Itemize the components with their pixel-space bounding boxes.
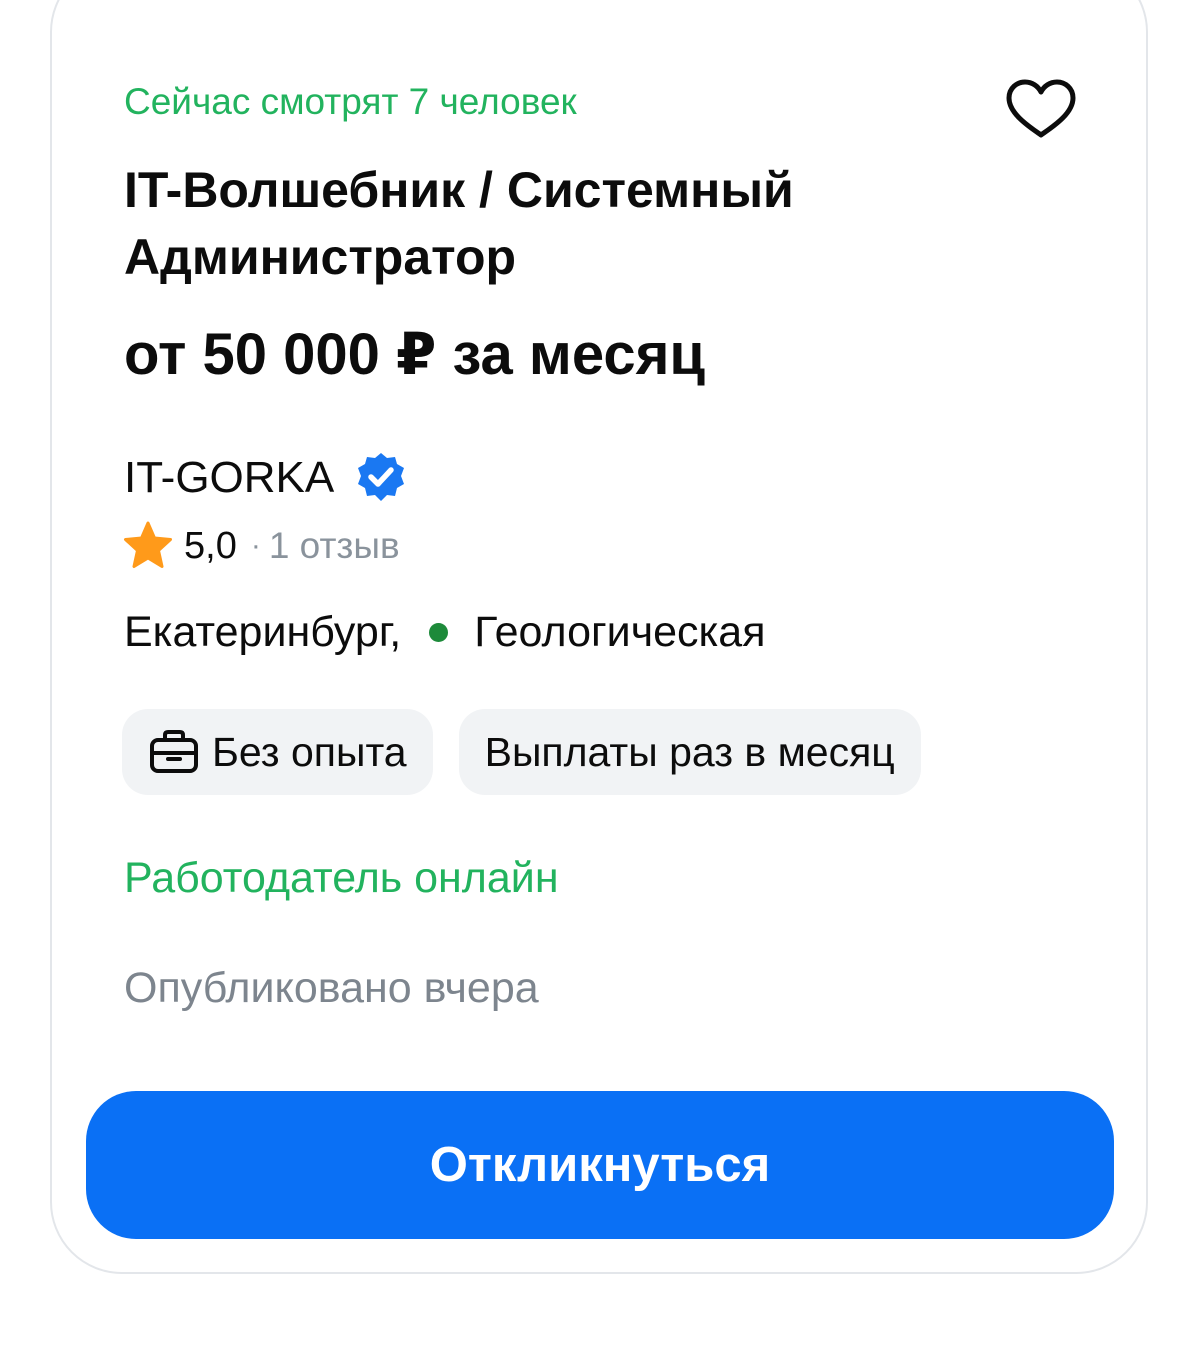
tag-payout-label: Выплаты раз в месяц — [484, 728, 895, 775]
tag-payout: Выплаты раз в месяц — [458, 709, 921, 795]
rating-row: 5,0 · 1 отзыв — [122, 520, 400, 572]
city: Екатеринбург, — [124, 607, 402, 656]
tags-list: Без опыта Выплаты раз в месяц — [122, 709, 921, 795]
briefcase-icon — [150, 730, 198, 773]
reviews-link[interactable]: 1 отзыв — [269, 525, 400, 567]
metro-dot-icon — [429, 622, 449, 642]
separator-dot: · — [250, 529, 261, 562]
rating-value: 5,0 — [184, 524, 237, 567]
tag-experience-label: Без опыта — [212, 728, 407, 775]
metro-station: Геологическая — [474, 607, 766, 656]
published-date: Опубликовано вчера — [124, 964, 539, 1012]
favorite-button[interactable] — [998, 74, 1084, 144]
salary: от 50 000 ₽ за месяц — [124, 322, 706, 387]
vacancy-title[interactable]: IT-Волшебник / Системный Администратор — [124, 157, 884, 291]
company-row: IT-GORKA — [124, 450, 408, 506]
tag-experience: Без опыта — [122, 709, 433, 795]
star-icon — [124, 521, 172, 568]
employer-online-status: Работодатель онлайн — [124, 854, 559, 902]
viewers-count: Сейчас смотрят 7 человек — [124, 81, 577, 122]
verified-badge-icon — [358, 453, 405, 501]
apply-button[interactable]: Откликнуться — [86, 1091, 1114, 1239]
location-row: Екатеринбург, Геологическая — [124, 604, 765, 660]
company-name[interactable]: IT-GORKA — [124, 452, 334, 504]
heart-outline-icon — [1006, 79, 1076, 138]
